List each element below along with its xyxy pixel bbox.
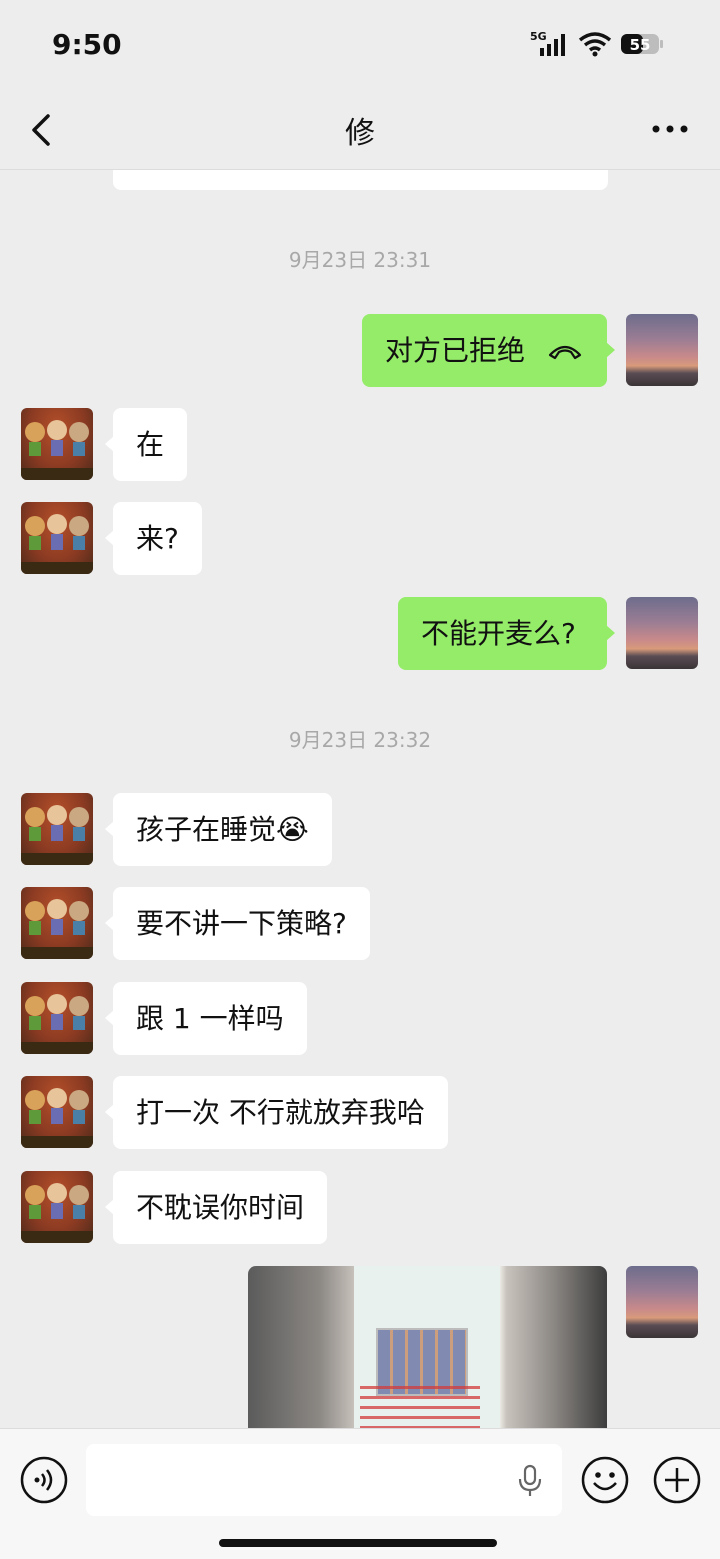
crying-face-icon: 😭 [276,813,309,846]
image-message[interactable] [248,1266,607,1428]
chat-header: 修 [0,90,720,170]
toy-figures-image [21,420,93,480]
voice-icon[interactable] [19,1455,69,1505]
message-text: 跟 1 一样吗 [136,1002,284,1035]
chat-title[interactable]: 修 [0,108,720,152]
my-avatar[interactable] [626,1266,698,1338]
cellular-signal-icon: 5G [530,30,565,56]
contact-avatar[interactable] [21,408,93,480]
contact-avatar[interactable] [21,502,93,574]
my-avatar[interactable] [626,314,698,386]
toy-figures-image [21,805,93,865]
screenshot-text-image [360,1386,480,1428]
phone-hangup-icon [548,345,582,360]
message-list[interactable]: 9月23日 23:31 对方已拒绝 在 来? 不能开麦么? 9月23日 23:3… [0,170,720,1428]
svg-text:5G: 5G [530,30,547,43]
toy-figures-image [21,994,93,1054]
my-avatar[interactable] [626,597,698,669]
contact-avatar[interactable] [21,793,93,865]
message-text: 不耽误你时间 [136,1191,305,1224]
message-text: 在 [136,428,165,461]
message-text: 孩子在睡觉 [136,813,277,846]
home-indicator[interactable] [219,1539,497,1547]
toy-figures-image [21,899,93,959]
message-bubble[interactable]: 来? [105,502,202,575]
message-bubble[interactable]: 跟 1 一样吗 [105,982,307,1055]
wifi-icon [578,32,612,57]
message-input[interactable] [86,1444,562,1516]
call-rejected-bubble[interactable]: 对方已拒绝 [362,314,615,387]
emoji-icon[interactable] [580,1455,630,1505]
battery-icon: 55 [621,34,663,54]
mic-icon[interactable] [516,1464,544,1498]
message-bubble[interactable]: 在 [104,408,188,481]
message-text: 打一次 不行就放弃我哈 [136,1096,425,1129]
toy-figures-image [21,514,93,574]
input-toolbar [0,1428,720,1559]
contact-avatar[interactable] [21,1171,93,1243]
contact-avatar[interactable] [21,982,93,1054]
contact-avatar[interactable] [21,887,93,959]
message-text: 不能开麦么? [421,617,576,650]
message-bubble[interactable]: 孩子在睡觉😭 [105,793,332,866]
message-bubble[interactable]: 要不讲一下策略? [105,887,370,960]
status-time: 9:50 [52,28,122,61]
plus-icon[interactable] [652,1455,702,1505]
message-text: 要不讲一下策略? [136,907,347,940]
message-text: 来? [136,522,179,555]
previous-message-bubble[interactable] [113,170,608,190]
status-bar: 9:50 5G 55 [0,0,720,90]
more-horizontal-icon[interactable] [650,114,690,144]
message-bubble[interactable]: 打一次 不行就放弃我哈 [105,1076,448,1149]
message-bubble-sent[interactable]: 不能开麦么? [398,597,615,670]
timestamp: 9月23日 23:32 [288,728,432,752]
toy-figures-image [21,1088,93,1148]
svg-text:55: 55 [630,36,651,54]
contact-avatar[interactable] [21,1076,93,1148]
message-bubble[interactable]: 不耽误你时间 [104,1171,328,1244]
toy-figures-image [21,1183,93,1243]
call-rejected-text: 对方已拒绝 [385,334,526,367]
timestamp: 9月23日 23:31 [288,248,432,272]
status-icons: 5G 55 [530,30,664,58]
